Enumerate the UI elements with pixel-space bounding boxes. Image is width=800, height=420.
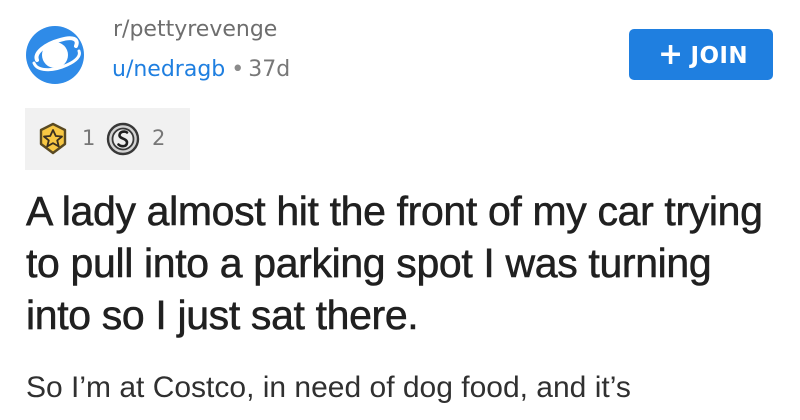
- post-body-preview: So I’m at Costco, in need of dog food, a…: [26, 371, 631, 404]
- gold-award-count: 1: [82, 126, 96, 150]
- post-title[interactable]: A lady almost hit the front of my car tr…: [26, 185, 786, 341]
- gold-award-icon: [39, 122, 67, 155]
- subreddit-avatar[interactable]: [26, 26, 84, 84]
- author-username[interactable]: u/nedragb: [112, 57, 225, 82]
- post-age: 37d: [248, 57, 291, 82]
- silver-award-count: 2: [152, 126, 166, 150]
- join-button-label: JOIN: [690, 43, 749, 69]
- meta-separator: •: [231, 57, 245, 82]
- reddit-post-page: r/pettyrevenge u/nedragb • 37d + JOIN 1 2 A…: [0, 0, 800, 420]
- planet-icon: [32, 36, 81, 72]
- silver-award-icon: [106, 122, 140, 156]
- post-header: r/pettyrevenge u/nedragb • 37d + JOIN: [0, 0, 800, 100]
- plus-icon: +: [657, 37, 684, 72]
- subreddit-name[interactable]: r/pettyrevenge: [113, 16, 277, 44]
- awards-bar[interactable]: 1 2: [25, 108, 190, 170]
- join-button[interactable]: + JOIN: [629, 29, 773, 80]
- post-meta: u/nedragb • 37d: [112, 56, 290, 84]
